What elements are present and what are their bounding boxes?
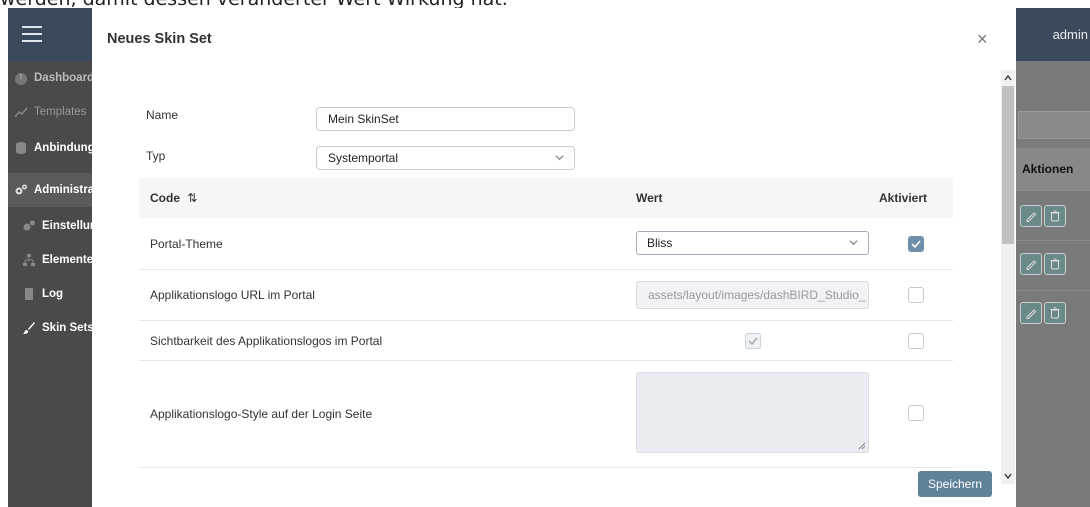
trash-icon bbox=[1050, 210, 1060, 222]
pencil-icon bbox=[1026, 212, 1037, 222]
skin-set-dialog: Neues Skin Set × Name Mein SkinSet Typ S… bbox=[92, 8, 1016, 507]
sidebar-item-label: Administration bbox=[34, 184, 92, 196]
delete-button bbox=[1044, 205, 1066, 227]
sidebar-item-label: Templates bbox=[34, 106, 87, 118]
user-label[interactable]: admin bbox=[1053, 27, 1088, 42]
table-row: Sichtbarkeit des Applikationslogos im Po… bbox=[139, 320, 953, 361]
dashboard-icon bbox=[15, 73, 27, 85]
sidebar-item-label: Elemente bbox=[42, 254, 92, 266]
delete-button bbox=[1044, 302, 1066, 324]
column-header-aktiviert: Aktiviert bbox=[879, 191, 928, 205]
name-label: Name bbox=[146, 108, 179, 122]
sidebar-item-anbindungen[interactable]: Anbindungen bbox=[8, 131, 92, 165]
check-icon bbox=[911, 240, 921, 249]
pencil-icon bbox=[1026, 309, 1037, 319]
logo-url-value: assets/layout/images/dashBIRD_Studio_ bbox=[648, 288, 866, 302]
column-header-code-label: Code bbox=[150, 191, 180, 205]
cogs-icon bbox=[15, 184, 27, 195]
cogs-icon bbox=[23, 220, 35, 231]
table-header: Code ⇅ Wert Aktiviert bbox=[139, 178, 953, 218]
sidebar-item-skin-sets[interactable]: Skin Sets bbox=[8, 311, 92, 345]
sort-icon[interactable]: ⇅ bbox=[187, 191, 197, 205]
logo-style-textarea[interactable] bbox=[636, 372, 869, 453]
name-input-value: Mein SkinSet bbox=[328, 112, 399, 126]
brush-icon bbox=[23, 322, 35, 334]
pencil-icon bbox=[1026, 260, 1037, 270]
sidebar-item-label: Skin Sets bbox=[42, 322, 92, 334]
close-icon[interactable]: × bbox=[977, 30, 988, 48]
portal-theme-select[interactable]: Bliss bbox=[636, 231, 869, 255]
chevron-down-icon bbox=[849, 240, 858, 246]
table-row: Applikationslogo URL im Portal assets/la… bbox=[139, 269, 953, 321]
logo-url-input[interactable]: assets/layout/images/dashBIRD_Studio_ bbox=[636, 281, 869, 309]
background-filter-input bbox=[1018, 111, 1090, 139]
row-code: Sichtbarkeit des Applikationslogos im Po… bbox=[150, 334, 383, 348]
chart-icon bbox=[14, 107, 28, 118]
column-header-code[interactable]: Code ⇅ bbox=[150, 191, 197, 205]
chevron-down-icon bbox=[555, 155, 564, 161]
logo-visibility-checkbox[interactable] bbox=[745, 333, 761, 349]
sidebar-item-label: Log bbox=[42, 288, 64, 300]
sidebar-item-templates[interactable]: Templates bbox=[8, 95, 92, 129]
sidebar-item-label: Einstellungen bbox=[42, 220, 92, 232]
sidebar: Dashboard Templates Anbindungen Administ… bbox=[8, 61, 92, 507]
background-actions-header: Aktionen bbox=[1016, 148, 1090, 190]
sidebar-item-einstellungen[interactable]: Einstellungen bbox=[8, 209, 92, 243]
sidebar-item-dashboard[interactable]: Dashboard bbox=[8, 61, 92, 95]
scrollbar-thumb[interactable] bbox=[1002, 86, 1014, 244]
chevron-up-icon[interactable] bbox=[1004, 74, 1012, 82]
table-row: Applikationslogo-Style auf der Login Sei… bbox=[139, 360, 953, 468]
type-select-value: Systemportal bbox=[328, 151, 399, 165]
sitemap-icon bbox=[23, 254, 35, 266]
aktiviert-checkbox[interactable] bbox=[908, 287, 924, 303]
name-input[interactable]: Mein SkinSet bbox=[316, 107, 575, 131]
sidebar-item-elemente[interactable]: Elemente bbox=[8, 243, 92, 277]
check-icon bbox=[748, 337, 758, 346]
column-header-wert: Wert bbox=[636, 191, 663, 205]
aktiviert-checkbox[interactable] bbox=[908, 405, 924, 421]
aktiviert-checkbox[interactable] bbox=[908, 333, 924, 349]
type-select[interactable]: Systemportal bbox=[316, 146, 575, 170]
edit-button bbox=[1020, 302, 1042, 324]
dialog-title: Neues Skin Set bbox=[107, 31, 212, 47]
database-icon bbox=[16, 142, 26, 154]
sidebar-item-label: Dashboard bbox=[34, 72, 92, 84]
portal-theme-value: Bliss bbox=[647, 236, 673, 250]
row-code: Portal-Theme bbox=[150, 237, 223, 251]
sidebar-item-log[interactable]: Log bbox=[8, 277, 92, 311]
row-code: Applikationslogo URL im Portal bbox=[150, 288, 315, 302]
trash-icon bbox=[1050, 258, 1060, 270]
aktiviert-checkbox[interactable] bbox=[908, 236, 924, 252]
edit-button bbox=[1020, 205, 1042, 227]
table-row: Portal-Theme Bliss bbox=[139, 218, 953, 270]
resize-handle-icon[interactable] bbox=[858, 442, 866, 450]
save-button[interactable]: Speichern bbox=[918, 471, 992, 497]
menu-icon[interactable] bbox=[22, 26, 42, 42]
delete-button bbox=[1044, 253, 1066, 275]
edit-button bbox=[1020, 253, 1042, 275]
sidebar-item-label: Anbindungen bbox=[34, 142, 92, 154]
row-code: Applikationslogo-Style auf der Login Sei… bbox=[150, 407, 373, 421]
chevron-down-icon[interactable] bbox=[1004, 472, 1012, 480]
dialog-scrollbar[interactable] bbox=[1001, 70, 1015, 484]
trash-icon bbox=[1050, 307, 1060, 319]
type-label: Typ bbox=[146, 149, 166, 163]
sidebar-item-administration[interactable]: Administration bbox=[8, 173, 92, 207]
file-icon bbox=[25, 288, 33, 300]
